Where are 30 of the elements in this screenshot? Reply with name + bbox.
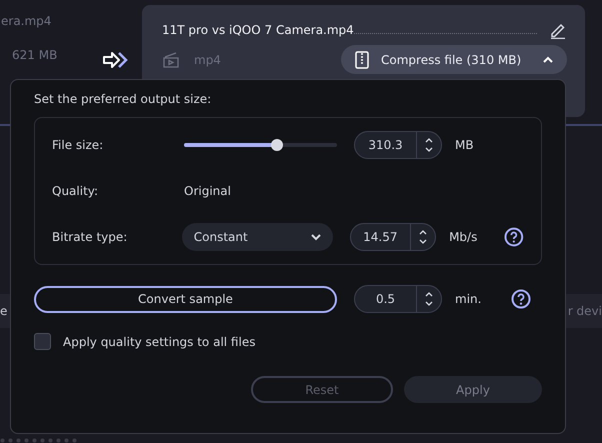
checkbox[interactable] bbox=[34, 333, 51, 350]
caret-icon bbox=[543, 56, 553, 64]
help-icon[interactable] bbox=[504, 227, 524, 247]
video-file-icon bbox=[162, 50, 180, 68]
pencil-icon[interactable] bbox=[549, 21, 567, 39]
unit-label: MB bbox=[455, 138, 475, 152]
slider-thumb[interactable] bbox=[271, 139, 284, 151]
unit-label: Mb/s bbox=[449, 230, 478, 244]
output-format: mp4 bbox=[194, 52, 221, 66]
duration-field[interactable]: 0.5 bbox=[354, 285, 442, 313]
popup-title: Set the preferred output size: bbox=[34, 92, 212, 106]
bitrate-dropdown[interactable]: Constant bbox=[182, 223, 333, 251]
double-arrow-icon bbox=[102, 50, 130, 70]
size-field[interactable]: 310.3 bbox=[354, 131, 442, 159]
field-label: Bitrate type: bbox=[52, 230, 128, 244]
zip-file-icon bbox=[355, 50, 369, 68]
field-label: Quality: bbox=[52, 184, 100, 198]
checkbox-label: Apply quality settings to all files bbox=[63, 334, 256, 348]
file-size: 621 MB bbox=[12, 48, 58, 62]
file-name: era.mp4 bbox=[1, 14, 52, 28]
device-tab[interactable]: e bbox=[0, 304, 8, 318]
output-file-name: 11T pro vs iQOO 7 Camera.mp4 bbox=[162, 23, 354, 37]
compress-file-button[interactable]: Compress file (310 MB) bbox=[341, 45, 567, 74]
convert-sample-button[interactable]: Convert sample bbox=[34, 286, 337, 312]
unit-label: min. bbox=[455, 292, 482, 306]
help-icon[interactable] bbox=[511, 289, 531, 309]
field-label: File size: bbox=[52, 138, 104, 152]
bitrate-field[interactable]: 14.57 bbox=[350, 223, 436, 251]
quality-value: Original bbox=[184, 184, 231, 198]
chevron-down-icon bbox=[310, 234, 321, 240]
